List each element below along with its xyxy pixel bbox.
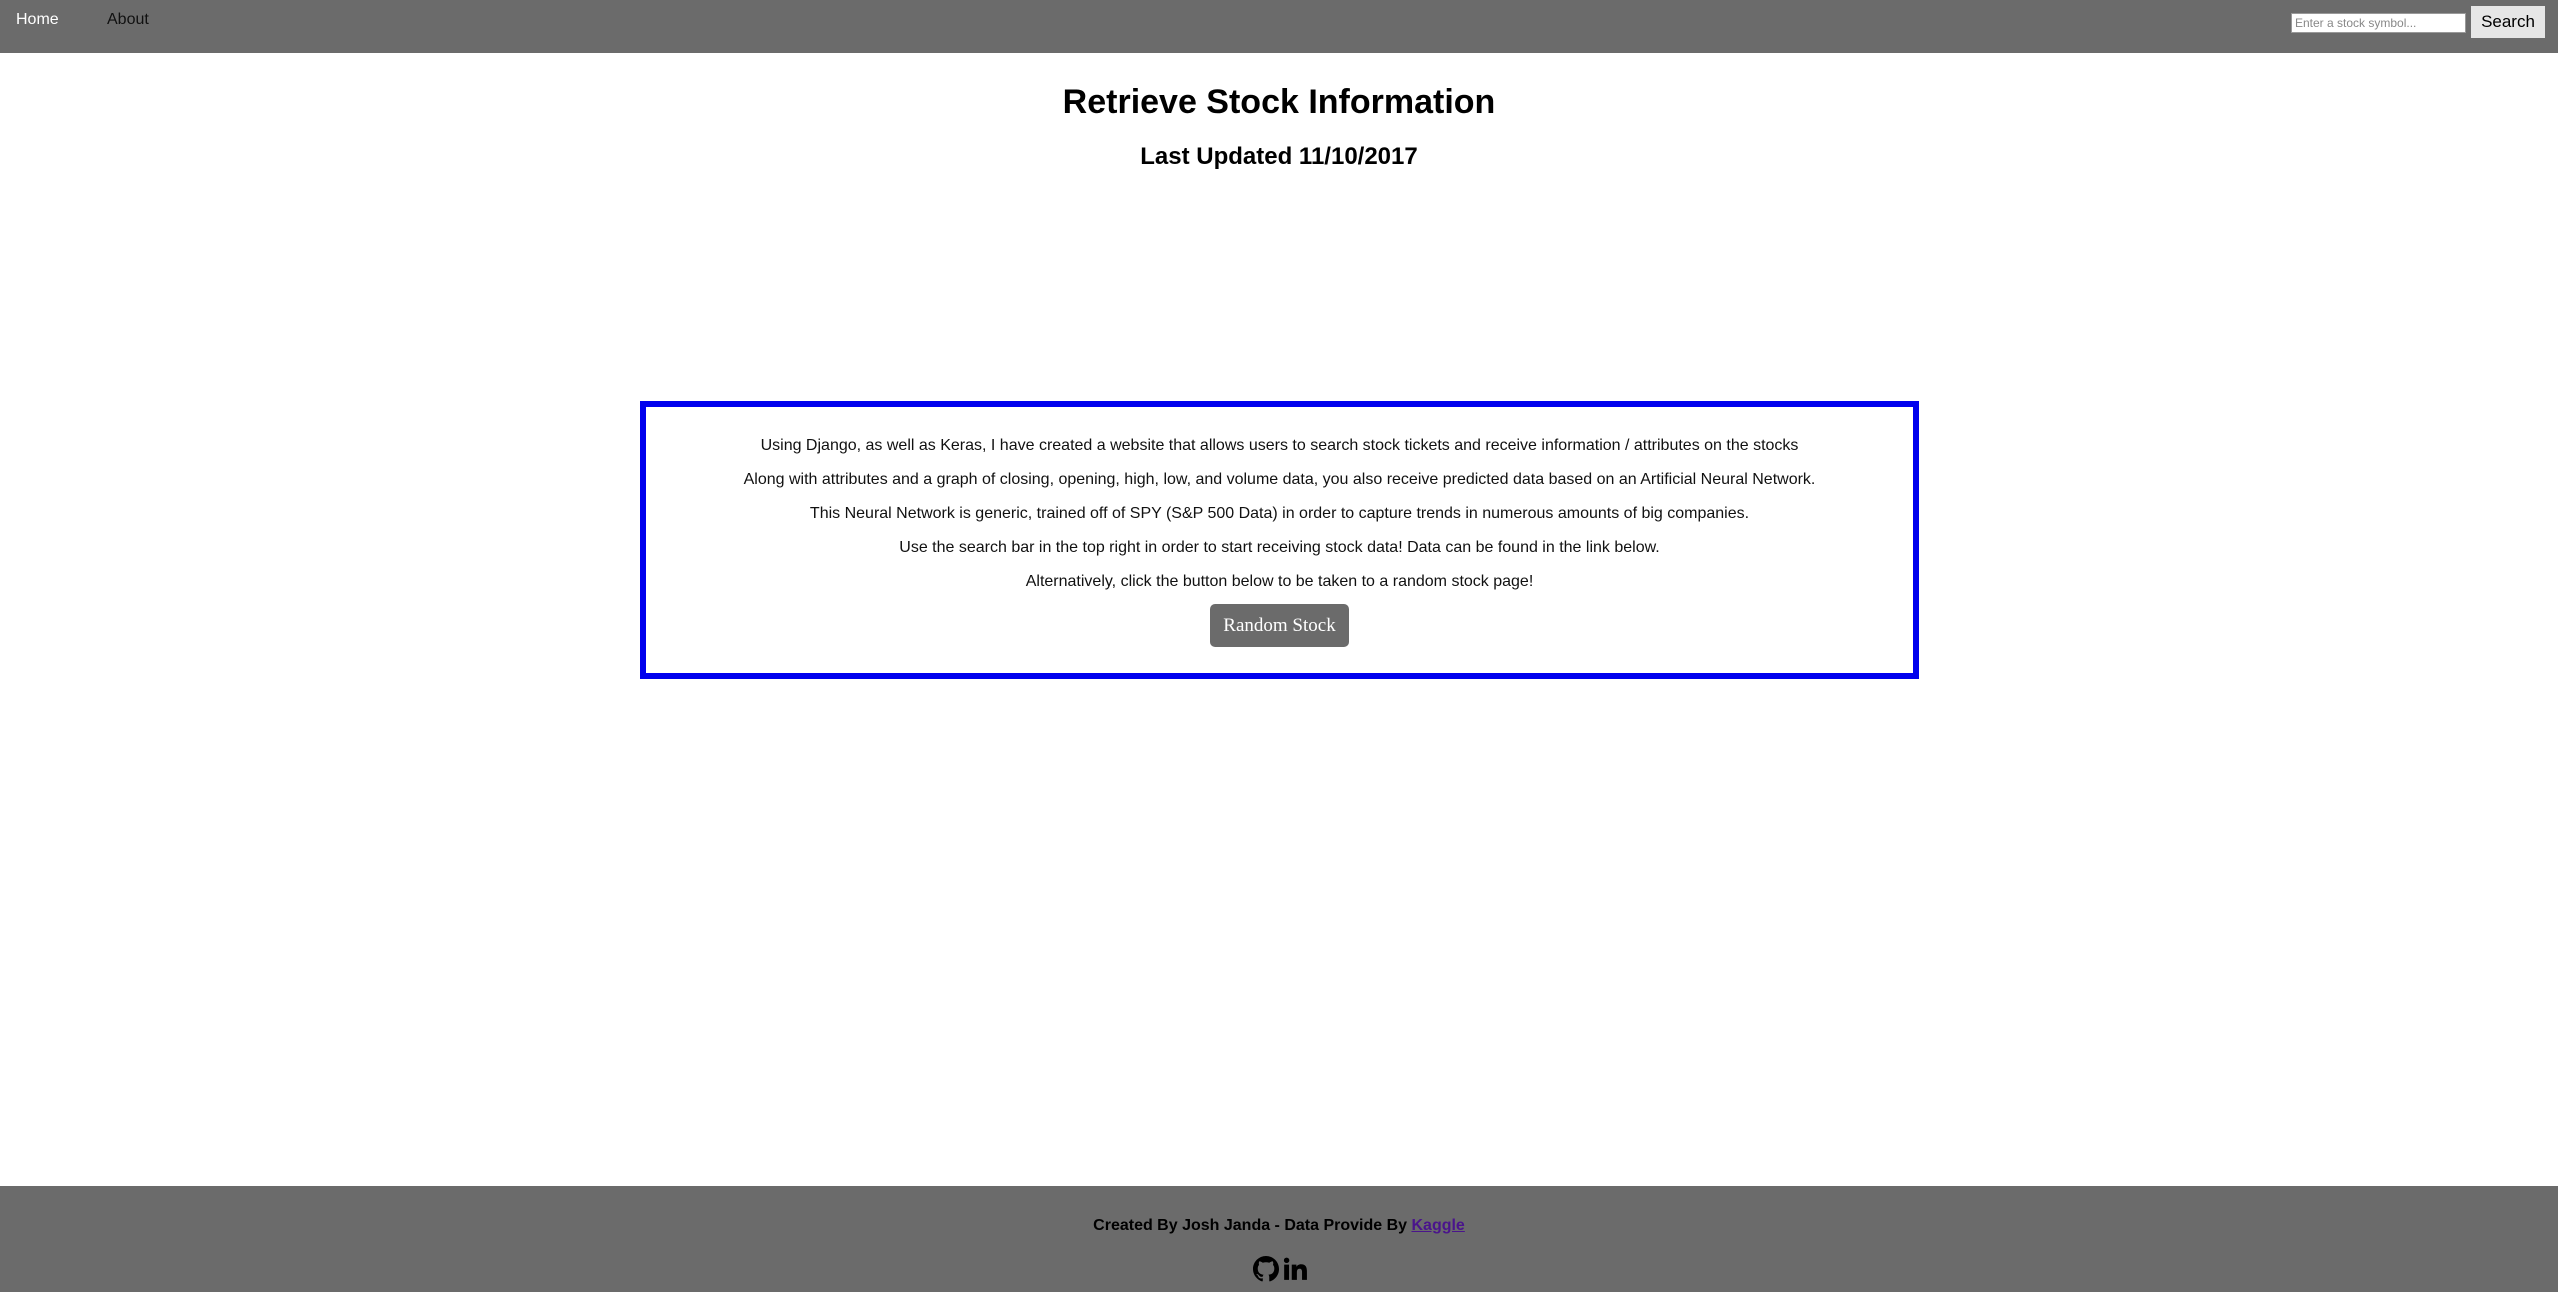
github-icon[interactable] bbox=[1253, 1256, 1279, 1282]
top-navbar: Home About Search bbox=[0, 0, 2558, 53]
info-line-5: Alternatively, click the button below to… bbox=[1025, 573, 1534, 590]
info-line-3: This Neural Network is generic, trained … bbox=[809, 505, 1750, 522]
social-icons bbox=[1253, 1256, 1309, 1284]
nav-home-link[interactable]: Home bbox=[16, 10, 59, 30]
nav-about-link[interactable]: About bbox=[107, 10, 149, 30]
page-title: Retrieve Stock Information bbox=[1062, 83, 1496, 121]
linkedin-icon[interactable] bbox=[1282, 1256, 1308, 1282]
info-line-1: Using Django, as well as Keras, I have c… bbox=[760, 437, 1799, 454]
info-line-2: Along with attributes and a graph of clo… bbox=[743, 471, 1816, 488]
search-button[interactable]: Search bbox=[2471, 6, 2545, 38]
kaggle-link[interactable]: Kaggle bbox=[1411, 1217, 1464, 1234]
info-box: Using Django, as well as Keras, I have c… bbox=[640, 401, 1919, 679]
info-line-4: Use the search bar in the top right in o… bbox=[899, 539, 1660, 556]
last-updated-subtitle: Last Updated 11/10/2017 bbox=[1140, 143, 1418, 170]
footer-credit-text: Created By Josh Janda - Data Provide By bbox=[1093, 1217, 1412, 1234]
search-input[interactable] bbox=[2291, 13, 2466, 33]
random-stock-button[interactable]: Random Stock bbox=[1210, 604, 1349, 647]
footer: Created By Josh Janda - Data Provide By … bbox=[0, 1186, 2558, 1292]
footer-credit: Created By Josh Janda - Data Provide By … bbox=[0, 1216, 2558, 1236]
